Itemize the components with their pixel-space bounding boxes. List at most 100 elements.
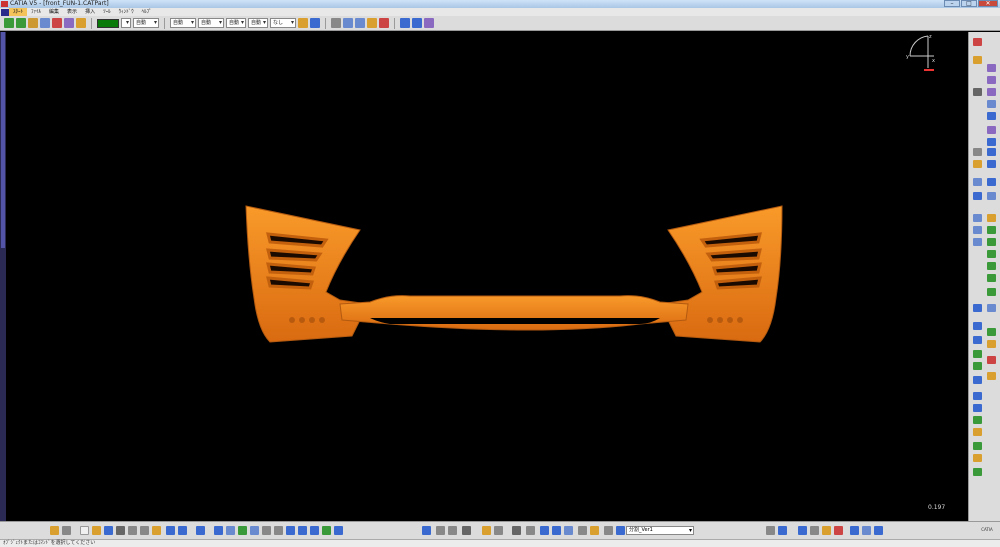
zoom-out-icon[interactable] <box>274 526 283 535</box>
apply-material-icon[interactable] <box>973 416 982 424</box>
draft-icon[interactable] <box>973 192 982 200</box>
pattern-icon[interactable] <box>987 250 996 258</box>
apply-icon[interactable] <box>798 526 807 535</box>
iso-view-icon[interactable] <box>310 526 319 535</box>
multi-view-icon[interactable] <box>298 526 307 535</box>
dimension-icon[interactable] <box>973 404 982 412</box>
menu-edit[interactable]: 編集 <box>45 8 63 16</box>
normal-view-icon[interactable] <box>286 526 295 535</box>
catalog-icon[interactable] <box>400 18 410 28</box>
knowledge-icon[interactable] <box>973 468 982 476</box>
redo-icon[interactable] <box>178 526 187 535</box>
scrollbar-thumb[interactable] <box>1 32 5 248</box>
color-combo[interactable] <box>121 18 131 28</box>
shaft-icon[interactable] <box>973 88 982 96</box>
folder-icon[interactable] <box>590 526 599 535</box>
update-icon[interactable] <box>412 18 422 28</box>
hide-icon[interactable] <box>436 526 445 535</box>
new-icon[interactable] <box>50 526 59 535</box>
remove-lump-icon[interactable] <box>973 362 982 370</box>
measure-item-icon[interactable] <box>973 442 982 450</box>
menu-view[interactable]: 表示 <box>63 8 81 16</box>
environment-icon[interactable] <box>850 526 859 535</box>
thickness-icon[interactable] <box>973 214 982 222</box>
rib-icon[interactable] <box>987 112 996 120</box>
close-button[interactable]: ✕ <box>978 0 998 7</box>
maximize-button[interactable]: □ <box>961 0 977 7</box>
groove-icon[interactable] <box>987 88 996 96</box>
rotate-icon[interactable] <box>987 226 996 234</box>
layer-combo[interactable]: なし <box>270 18 296 28</box>
point-icon[interactable] <box>331 18 341 28</box>
whats-this-icon[interactable] <box>196 526 205 535</box>
symmetry-icon[interactable] <box>973 238 982 246</box>
text-icon[interactable] <box>973 376 982 384</box>
assemble-icon[interactable] <box>987 328 996 336</box>
tree-icon[interactable] <box>62 526 71 535</box>
render-icon[interactable] <box>64 18 74 28</box>
mirror-icon[interactable] <box>987 238 996 246</box>
compass-icon[interactable]: z y x <box>904 32 940 76</box>
scene-icon[interactable] <box>862 526 871 535</box>
sketch-icon[interactable] <box>367 18 377 28</box>
rendering-style-combo[interactable]: 自動 <box>248 18 268 28</box>
macro-icon[interactable] <box>424 18 434 28</box>
new-file-icon[interactable] <box>80 526 89 535</box>
pan-icon[interactable] <box>238 526 247 535</box>
menu-insert[interactable]: 挿入 <box>81 8 99 16</box>
menu-help[interactable]: ﾍﾙﾌﾟ <box>138 8 156 16</box>
chamfer-icon[interactable] <box>987 178 996 186</box>
hole-icon[interactable] <box>987 100 996 108</box>
link-icon[interactable] <box>526 526 535 535</box>
move-icon[interactable] <box>4 18 14 28</box>
painter-icon[interactable] <box>298 18 308 28</box>
boolean-icon[interactable] <box>973 322 982 330</box>
fillet-icon[interactable] <box>973 178 982 186</box>
workbench-icon[interactable] <box>973 38 982 46</box>
properties-icon[interactable] <box>310 18 320 28</box>
lighting-icon[interactable] <box>822 526 831 535</box>
pad-icon[interactable] <box>987 64 996 72</box>
document-icon[interactable] <box>1 8 9 16</box>
thick-surface-icon[interactable] <box>987 288 996 296</box>
close-surface-icon[interactable] <box>973 304 982 312</box>
union-trim-icon[interactable] <box>973 350 982 358</box>
annotation-icon[interactable] <box>987 356 996 364</box>
minimize-button[interactable]: – <box>944 0 960 7</box>
inertia-icon[interactable] <box>973 454 982 462</box>
grid-icon[interactable] <box>564 526 573 535</box>
search-icon[interactable] <box>512 526 521 535</box>
menu-tools[interactable]: ﾂｰﾙ <box>99 8 115 16</box>
menu-start[interactable]: ｽﾀｰﾄ <box>9 8 28 16</box>
hide-show-icon[interactable] <box>334 526 343 535</box>
brush-icon[interactable] <box>76 18 86 28</box>
line-thickness-combo[interactable]: 自動 <box>170 18 196 28</box>
cut-view-icon[interactable] <box>448 526 457 535</box>
curve-icon[interactable] <box>355 18 365 28</box>
menu-file[interactable]: ﾌｧｲﾙ <box>27 8 45 16</box>
save-icon[interactable] <box>104 526 113 535</box>
remove-icon[interactable] <box>987 160 996 168</box>
loft-icon[interactable] <box>987 148 996 156</box>
stiffener-icon[interactable] <box>987 138 996 146</box>
undo-icon[interactable] <box>166 526 175 535</box>
copy-tool-icon[interactable] <box>604 526 613 535</box>
slot-icon[interactable] <box>987 126 996 134</box>
constraint-icon[interactable] <box>973 392 982 400</box>
copy-icon[interactable] <box>140 526 149 535</box>
transparency-combo[interactable]: 自動 <box>133 18 159 28</box>
analysis-tool-icon[interactable] <box>552 526 561 535</box>
cut-icon[interactable] <box>128 526 137 535</box>
print-icon[interactable] <box>116 526 125 535</box>
sew-surface-icon[interactable] <box>987 304 996 312</box>
line-type-combo[interactable]: 自動 <box>198 18 224 28</box>
spline-icon[interactable] <box>343 18 353 28</box>
sketcher-icon[interactable] <box>973 56 982 64</box>
zoom-in-icon[interactable] <box>262 526 271 535</box>
pocket-icon[interactable] <box>987 76 996 84</box>
translate-icon[interactable] <box>973 226 982 234</box>
point-symbol-combo[interactable]: 自動 <box>226 18 246 28</box>
scaling-icon[interactable] <box>987 262 996 270</box>
measure-icon[interactable] <box>379 18 389 28</box>
body-icon[interactable] <box>616 526 625 535</box>
